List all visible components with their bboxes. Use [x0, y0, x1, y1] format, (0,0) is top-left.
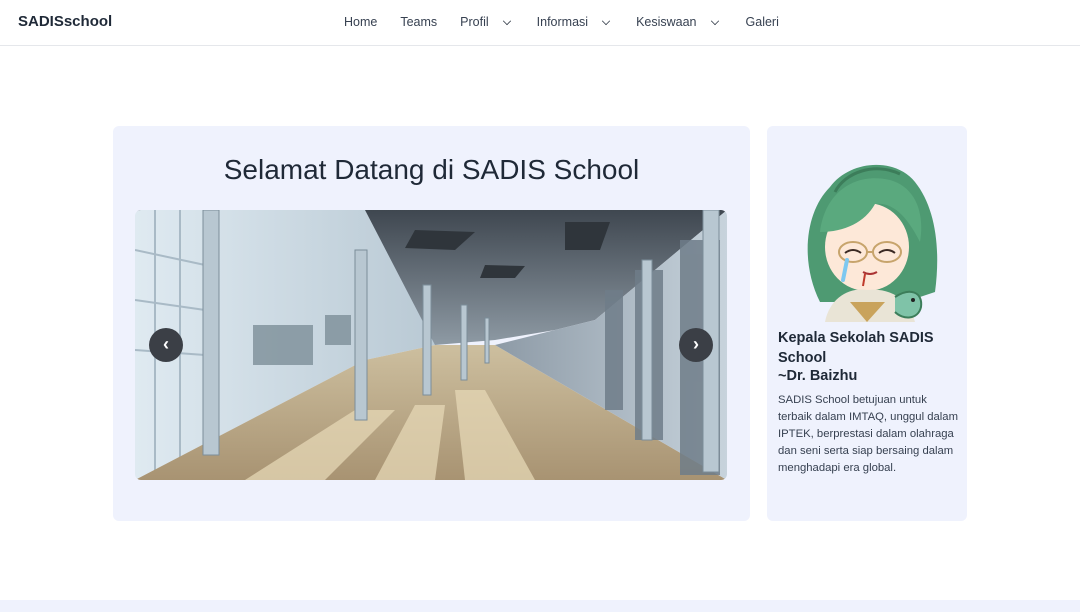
chevron-down-icon: [710, 16, 719, 25]
footer-section: [0, 600, 1080, 612]
welcome-card: Selamat Datang di SADIS School ‹ ›: [113, 126, 750, 521]
nav-item-galeri[interactable]: Galeri: [746, 15, 779, 29]
nav-item-label: Profil: [460, 15, 489, 29]
nav-item-label: Galeri: [745, 15, 779, 29]
principal-title: Kepala Sekolah SADIS School: [778, 330, 934, 366]
principal-description: SADIS School betujuan untuk terbaik dala…: [778, 394, 958, 474]
nav-item-label: Home: [344, 15, 378, 29]
principal-name: ~Dr. Baizhu: [778, 368, 858, 384]
image-carousel: ‹ ›: [135, 210, 727, 480]
carousel-next-button[interactable]: ›: [679, 328, 713, 362]
navbar: SADISschool Home Teams Profil Informasi …: [0, 0, 1080, 46]
carousel-image-school-hallway: [135, 210, 727, 480]
chevron-down-icon: [502, 16, 511, 25]
chevron-down-icon: [601, 16, 611, 25]
carousel-prev-button[interactable]: ‹: [149, 328, 183, 362]
principal-card: Kepala Sekolah SADIS School ~Dr. Baizhu …: [767, 126, 967, 521]
nav-item-informasi[interactable]: Informasi: [536, 15, 611, 29]
welcome-title: Selamat Datang di SADIS School: [223, 154, 640, 185]
nav-menu: Home Teams Profil Informasi Kesiswaan Ga…: [344, 15, 779, 29]
nav-item-label: Informasi: [536, 15, 589, 29]
nav-item-home[interactable]: Home: [344, 15, 377, 29]
nav-item-teams[interactable]: Teams: [400, 15, 437, 29]
nav-item-profil[interactable]: Profil: [460, 15, 511, 29]
nav-item-kesiswaan[interactable]: Kesiswaan: [636, 15, 719, 29]
nav-item-label: Teams: [400, 15, 438, 29]
brand-logo[interactable]: SADISschool: [18, 13, 112, 30]
principal-avatar: [807, 164, 938, 322]
nav-item-label: Kesiswaan: [636, 15, 697, 29]
